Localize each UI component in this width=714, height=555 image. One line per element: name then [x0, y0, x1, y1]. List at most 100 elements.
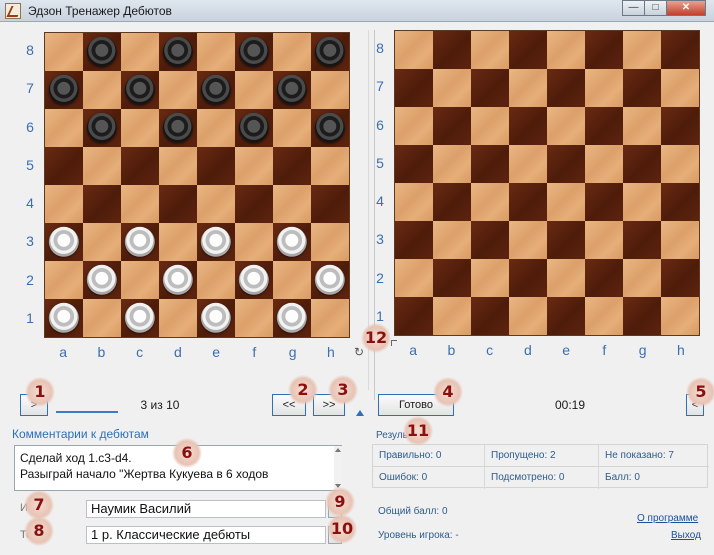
- board-square[interactable]: [509, 259, 547, 297]
- rotate-board-icon[interactable]: ↻: [354, 345, 364, 359]
- practice-board[interactable]: [394, 30, 700, 336]
- board-square[interactable]: [159, 261, 197, 299]
- board-square[interactable]: [45, 147, 83, 185]
- board-square[interactable]: [585, 145, 623, 183]
- board-square[interactable]: [433, 183, 471, 221]
- comments-scrollbar[interactable]: [334, 446, 342, 490]
- board-square[interactable]: [395, 183, 433, 221]
- exit-link[interactable]: Выход: [671, 530, 701, 541]
- black-checker[interactable]: [200, 74, 232, 106]
- board-square[interactable]: [395, 107, 433, 145]
- board-square[interactable]: [509, 31, 547, 69]
- black-checker[interactable]: [276, 74, 308, 106]
- board-square[interactable]: [159, 109, 197, 147]
- board-square[interactable]: [311, 71, 349, 109]
- board-square[interactable]: [585, 107, 623, 145]
- white-checker[interactable]: [48, 226, 80, 258]
- board-square[interactable]: [121, 71, 159, 109]
- board-square[interactable]: [311, 33, 349, 71]
- board-square[interactable]: [121, 109, 159, 147]
- board-square[interactable]: [395, 31, 433, 69]
- board-square[interactable]: [395, 221, 433, 259]
- board-square[interactable]: [509, 145, 547, 183]
- board-square[interactable]: [471, 145, 509, 183]
- board-square[interactable]: [471, 69, 509, 107]
- board-square[interactable]: [623, 297, 661, 335]
- board-square[interactable]: [235, 147, 273, 185]
- board-square[interactable]: [471, 31, 509, 69]
- board-square[interactable]: [585, 259, 623, 297]
- board-square[interactable]: [509, 107, 547, 145]
- board-square[interactable]: [311, 109, 349, 147]
- white-checker[interactable]: [238, 264, 270, 296]
- black-checker[interactable]: [238, 36, 270, 68]
- board-square[interactable]: [159, 185, 197, 223]
- board-square[interactable]: [547, 259, 585, 297]
- board-square[interactable]: [83, 71, 121, 109]
- close-button[interactable]: ✕: [666, 0, 706, 16]
- board-square[interactable]: [623, 259, 661, 297]
- board-square[interactable]: [471, 259, 509, 297]
- board-square[interactable]: [311, 261, 349, 299]
- board-square[interactable]: [235, 109, 273, 147]
- about-link[interactable]: О программе: [637, 513, 698, 524]
- board-square[interactable]: [661, 297, 699, 335]
- board-square[interactable]: [273, 33, 311, 71]
- board-square[interactable]: [273, 109, 311, 147]
- board-square[interactable]: [623, 183, 661, 221]
- board-square[interactable]: [433, 31, 471, 69]
- board-square[interactable]: [585, 221, 623, 259]
- black-checker[interactable]: [314, 112, 346, 144]
- board-square[interactable]: [547, 107, 585, 145]
- board-square[interactable]: [471, 297, 509, 335]
- board-square[interactable]: [471, 221, 509, 259]
- board-square[interactable]: [159, 223, 197, 261]
- minimize-button[interactable]: —: [622, 0, 644, 16]
- board-square[interactable]: [235, 261, 273, 299]
- board-square[interactable]: [273, 185, 311, 223]
- board-square[interactable]: [547, 183, 585, 221]
- board-square[interactable]: [45, 33, 83, 71]
- white-checker[interactable]: [48, 302, 80, 334]
- board-square[interactable]: [623, 31, 661, 69]
- board-square[interactable]: [273, 147, 311, 185]
- board-square[interactable]: [159, 71, 197, 109]
- board-square[interactable]: [509, 183, 547, 221]
- main-board[interactable]: [44, 32, 350, 338]
- board-square[interactable]: [45, 71, 83, 109]
- board-square[interactable]: [311, 185, 349, 223]
- board-square[interactable]: [121, 185, 159, 223]
- board-square[interactable]: [547, 31, 585, 69]
- board-square[interactable]: [471, 107, 509, 145]
- board-square[interactable]: [509, 221, 547, 259]
- board-square[interactable]: [235, 223, 273, 261]
- board-square[interactable]: [197, 71, 235, 109]
- board-square[interactable]: [273, 261, 311, 299]
- black-checker[interactable]: [162, 36, 194, 68]
- player-field[interactable]: Наумик Василий: [86, 500, 326, 518]
- board-square[interactable]: [235, 299, 273, 337]
- board-square[interactable]: [433, 259, 471, 297]
- board-square[interactable]: [395, 259, 433, 297]
- board-square[interactable]: [45, 109, 83, 147]
- board-square[interactable]: [159, 299, 197, 337]
- maximize-button[interactable]: □: [644, 0, 666, 16]
- board-square[interactable]: [547, 297, 585, 335]
- white-checker[interactable]: [124, 302, 156, 334]
- board-square[interactable]: [661, 145, 699, 183]
- board-square[interactable]: [661, 221, 699, 259]
- black-checker[interactable]: [238, 112, 270, 144]
- board-square[interactable]: [197, 109, 235, 147]
- board-square[interactable]: [661, 31, 699, 69]
- board-square[interactable]: [121, 147, 159, 185]
- board-square[interactable]: [311, 223, 349, 261]
- board-square[interactable]: [83, 223, 121, 261]
- white-checker[interactable]: [124, 226, 156, 258]
- black-checker[interactable]: [86, 112, 118, 144]
- white-checker[interactable]: [162, 264, 194, 296]
- board-square[interactable]: [661, 107, 699, 145]
- board-square[interactable]: [45, 299, 83, 337]
- board-square[interactable]: [159, 33, 197, 71]
- board-square[interactable]: [471, 183, 509, 221]
- board-square[interactable]: [547, 145, 585, 183]
